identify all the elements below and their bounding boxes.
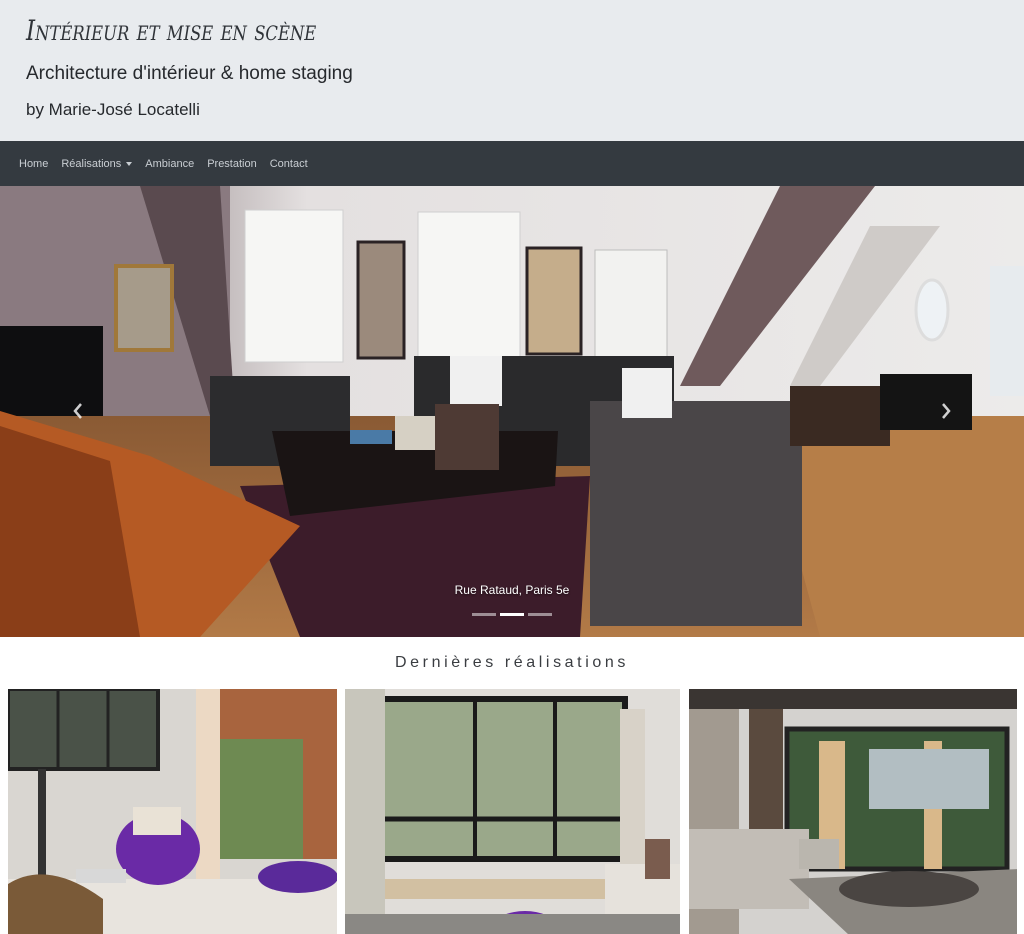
chevron-left-icon bbox=[73, 403, 82, 419]
carousel-next-button[interactable] bbox=[926, 386, 966, 436]
carousel-prev-button[interactable] bbox=[58, 386, 98, 436]
nav-realisations-dropdown[interactable]: Réalisations bbox=[61, 157, 133, 170]
carousel-indicators bbox=[0, 613, 1024, 616]
project-thumbnail-1[interactable] bbox=[8, 689, 337, 934]
nav-ambiance[interactable]: Ambiance bbox=[145, 158, 194, 170]
nav-home-label: Home bbox=[19, 157, 49, 170]
carousel-indicator[interactable] bbox=[528, 613, 552, 616]
carousel-slide-image bbox=[0, 186, 1024, 637]
project-thumbnail-2[interactable] bbox=[345, 689, 680, 934]
carousel-indicator[interactable] bbox=[472, 613, 496, 616]
nav-home[interactable]: Home bbox=[19, 158, 48, 170]
site-header: Intérieur et mise en scène Architecture … bbox=[0, 0, 1024, 141]
site-tagline: Architecture d'intérieur & home staging bbox=[26, 63, 353, 84]
nav-ambiance-label: Ambiance bbox=[145, 157, 195, 170]
site-author: by Marie-José Locatelli bbox=[26, 100, 200, 119]
chevron-right-icon bbox=[942, 403, 951, 419]
project-image-3 bbox=[689, 689, 1017, 934]
nav-prestation[interactable]: Prestation bbox=[207, 158, 257, 170]
latest-projects-heading: Dernières réalisations bbox=[395, 654, 629, 671]
project-image-2 bbox=[345, 689, 680, 934]
nav-contact-label: Contact bbox=[269, 157, 308, 170]
site-brand[interactable]: Intérieur et mise en scène bbox=[26, 14, 316, 47]
caret-down-icon bbox=[126, 161, 133, 166]
hero-carousel: Rue Rataud, Paris 5e bbox=[0, 186, 1024, 637]
carousel-indicator-active[interactable] bbox=[500, 613, 524, 616]
main-navbar: Home Réalisations Ambiance Prestation Co… bbox=[0, 141, 1024, 186]
carousel-caption: Rue Rataud, Paris 5e bbox=[454, 583, 570, 597]
project-thumbnail-3[interactable] bbox=[689, 689, 1017, 934]
nav-prestation-label: Prestation bbox=[207, 157, 257, 170]
nav-contact[interactable]: Contact bbox=[270, 158, 308, 170]
project-image-1 bbox=[8, 689, 337, 934]
projects-gallery bbox=[0, 689, 1024, 934]
nav-realisations-label: Réalisations bbox=[61, 157, 122, 170]
